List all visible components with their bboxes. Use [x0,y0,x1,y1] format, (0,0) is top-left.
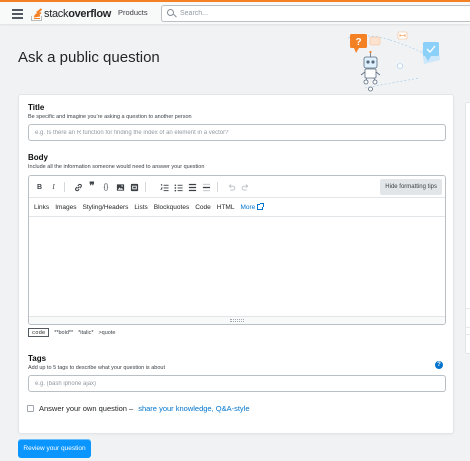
redo-icon [241,183,248,191]
toolbar-divider [64,182,65,192]
italic-button[interactable]: I [49,181,58,193]
bold-hint: **bold** [54,329,74,336]
toolbar-divider [217,182,218,192]
editor-resize-grip[interactable] [29,316,445,324]
search-input[interactable] [180,10,450,17]
search-box[interactable] [161,5,470,22]
tags-description: Add up to 5 tags to describe what your q… [28,365,165,371]
formatting-help-tabs: Links Images Styling/Headers Lists Block… [29,198,445,217]
body-label: Body [28,153,48,162]
title-input[interactable] [28,124,446,141]
stackoverflow-logo[interactable]: stackoverflow [31,5,111,23]
hide-formatting-tips-button[interactable]: Hide formatting tips [380,179,442,195]
blockquote-button[interactable]: ❞ [87,181,97,193]
review-question-button[interactable]: Review your question [18,439,91,458]
snippet-button[interactable] [129,181,139,193]
italic-hint: *italic* [78,329,94,336]
external-link-icon [257,203,265,210]
help-tab-lists[interactable]: Lists [134,204,147,211]
answer-own-question-label: Answer your own question – [39,404,134,413]
quote-hint: >quote [98,329,116,336]
svg-text:?: ? [355,37,361,48]
snippet-icon [130,183,138,191]
logo-text: stackoverflow [44,8,112,20]
page-title: Ask a public question [18,49,160,66]
toolbar-divider [145,182,146,192]
stackoverflow-logo-icon [31,7,42,21]
undo-button[interactable] [226,181,236,193]
body-editor: B I ❞ {} Hide formatting tips Links Imag… [28,175,446,325]
bulleted-list-icon [174,183,183,191]
horizontal-rule-icon [202,183,210,191]
help-tab-images[interactable]: Images [55,204,76,211]
undo-icon [228,183,235,191]
robot-illustration: ? [347,31,440,92]
ask-question-form: Title Be specific and imagine you’re ask… [18,94,454,434]
quote-icon: ❞ [89,181,95,192]
sidebar-card-edge [465,334,470,354]
help-tab-blockquotes[interactable]: Blockquotes [154,204,189,211]
image-icon [116,183,124,191]
body-description: Include all the information someone woul… [28,164,205,170]
bulleted-list-button[interactable] [173,181,183,193]
answer-own-question-row: Answer your own question – share your kn… [27,404,250,413]
tags-label: Tags [28,354,47,363]
title-description: Be specific and imagine you’re asking a … [28,114,192,120]
numbered-list-icon [159,183,169,191]
help-tab-code[interactable]: Code [195,204,211,211]
bold-button[interactable]: B [35,181,44,193]
help-tab-more[interactable]: More [240,203,265,211]
heading-button[interactable] [187,181,197,193]
more-label: More [240,203,256,211]
image-button[interactable] [115,181,125,193]
answer-own-question-link[interactable]: share your knowledge, Q&A-style [138,404,249,413]
title-label: Title [28,103,45,112]
products-nav-link[interactable]: Products [118,8,148,17]
heading-icon [188,183,196,191]
code-hint: code [28,328,50,337]
answer-own-question-checkbox[interactable] [27,405,34,412]
redo-button[interactable] [240,181,250,193]
tags-help-icon[interactable]: ? [435,361,443,369]
help-tab-styling-headers[interactable]: Styling/Headers [83,204,129,211]
grip-icon [230,319,244,322]
search-icon [167,9,176,18]
hamburger-menu-icon[interactable] [12,9,23,19]
link-icon [74,183,82,191]
markdown-hints: code **bold** *italic* >quote [28,327,115,338]
horizontal-rule-button[interactable] [201,181,211,193]
editor-toolbar: B I ❞ {} Hide formatting tips [29,176,445,198]
tags-input[interactable] [28,375,446,392]
code-button[interactable]: {} [101,181,111,193]
numbered-list-button[interactable] [159,181,169,193]
help-tab-links[interactable]: Links [34,204,49,211]
help-tab-html[interactable]: HTML [217,204,235,211]
body-textarea[interactable] [29,217,445,318]
sidebar-card-edge [465,308,470,328]
link-button[interactable] [73,181,83,193]
top-bar: stackoverflow Products [0,0,470,24]
